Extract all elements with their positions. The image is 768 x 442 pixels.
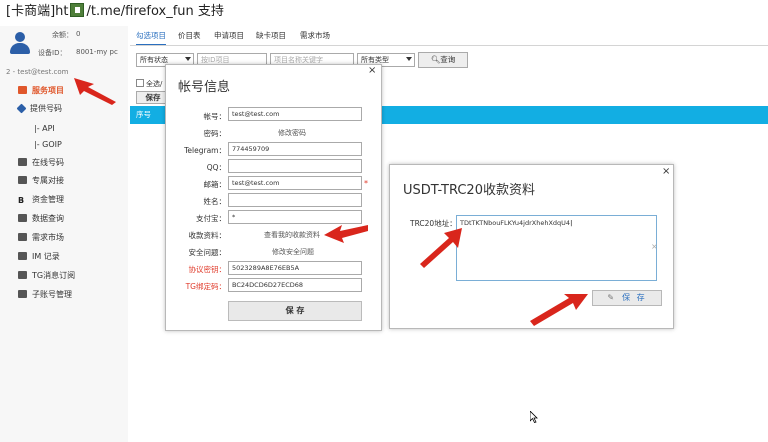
tab-selected-items[interactable]: 勾选项目 [136, 30, 166, 46]
search-button[interactable]: 🔍︎查询 [418, 52, 468, 68]
sidebar-item-label: 资金管理 [32, 195, 64, 204]
payment-info-label: 收款资料： [188, 231, 227, 240]
tab-missing-cards[interactable]: 缺卡项目 [256, 30, 286, 41]
select-all-label: 全选/ [146, 80, 163, 88]
sidebar-item-goip[interactable]: |- GOIP [34, 140, 62, 149]
sidebar-item-api[interactable]: |- API [34, 124, 55, 133]
account-field[interactable]: test@test.com [228, 107, 362, 121]
sidebar-item-label: 服务项目 [32, 86, 64, 95]
tab-divider [130, 45, 768, 46]
close-icon[interactable]: × [662, 166, 670, 177]
title-suffix: /t.me/firefox_fun 支持 [86, 4, 224, 19]
calendar-icon [18, 233, 27, 241]
bell-icon [18, 271, 27, 279]
sidebar-item-service[interactable]: 服务项目 [18, 84, 64, 98]
tab-price-list[interactable]: 价目表 [178, 30, 201, 41]
sidebar-item-market[interactable]: 需求市场 [18, 231, 64, 245]
view-payment-info-link[interactable]: 查看我的收款资料 [264, 230, 320, 240]
table-icon [18, 214, 27, 222]
change-security-question-link[interactable]: 修改安全问题 [272, 247, 314, 257]
sidebar-item-label: 子账号管理 [32, 290, 72, 299]
search-button-label: 查询 [440, 55, 456, 64]
users-icon [18, 290, 27, 298]
chevron-down-icon [406, 57, 412, 61]
column-header-serial: 序号 [136, 110, 151, 119]
required-mark: * [364, 179, 368, 188]
dialog-title: USDT-TRC20收款资料 [403, 183, 535, 198]
sidebar-item-data-query[interactable]: 数据查询 [18, 212, 64, 226]
sidebar-item-label: 数据查询 [32, 214, 64, 223]
phone-icon [18, 252, 27, 260]
tab-apply-items[interactable]: 申请项目 [214, 30, 244, 41]
sidebar-item-label: IM 记录 [32, 252, 60, 261]
close-icon[interactable]: × [368, 65, 376, 76]
pen-icon: ✎ [607, 293, 615, 302]
tg-bind-code-field[interactable]: BC24DCD6D27ECD68 [228, 278, 362, 292]
annotation-arrow-icon [420, 228, 462, 268]
tab-bar: 勾选项目 价目表 申请项目 缺卡项目 需求市场 [130, 26, 768, 46]
sidebar-item-label: 在线号码 [32, 158, 64, 167]
list-icon [18, 158, 27, 166]
sidebar-item-label: 需求市场 [32, 233, 64, 242]
telegram-field[interactable]: 774459709 [228, 142, 362, 156]
protocol-key-field[interactable]: 5023289A8E76EB5A [228, 261, 362, 275]
select-all-checkbox[interactable] [136, 79, 144, 87]
protocol-key-label: 协议密钥： [188, 265, 227, 274]
dialog-title: 帐号信息 [178, 80, 231, 95]
download-icon [70, 3, 85, 17]
name-field[interactable] [228, 193, 362, 207]
change-password-link[interactable]: 修改密码 [278, 128, 306, 138]
balance-label: 余额： [52, 31, 73, 39]
name-label: 姓名： [203, 197, 227, 206]
annotation-arrow-icon [74, 78, 116, 105]
sidebar-item-provide-number[interactable]: 提供号码 [16, 102, 62, 116]
sidebar-item-funds[interactable]: B 资金管理 [18, 193, 64, 207]
balance-value: 0 [76, 30, 81, 38]
sidebar-item-label: 提供号码 [30, 104, 62, 113]
sidebar-user: 2 - test@test.com [6, 68, 69, 76]
qq-field[interactable] [228, 159, 362, 173]
device-label: 设备ID： [38, 49, 67, 57]
trc20-address-input[interactable]: TDtTKTNbouFLKYu4jdrXhehXdqU4| [456, 215, 657, 281]
sidebar-item-im-records[interactable]: IM 记录 [18, 250, 60, 264]
search-icon: 🔍︎ [430, 55, 441, 64]
email-label: 邮箱： [203, 180, 227, 189]
gift-icon [18, 86, 27, 94]
save-button-label: 保 存 [622, 293, 647, 302]
tg-bind-code-label: TG绑定码： [185, 282, 226, 291]
mouse-cursor-icon [530, 411, 538, 423]
sidebar-item-label: TG消息订阅 [32, 271, 76, 280]
save-button[interactable]: ✎ 保 存 [592, 290, 662, 306]
sidebar-item-online-numbers[interactable]: 在线号码 [18, 156, 64, 170]
annotation-arrow-icon [530, 294, 588, 326]
status-select-value: 所有状态 [140, 56, 168, 64]
title-prefix: [卡商端]ht [6, 4, 69, 19]
link-icon [18, 176, 27, 184]
sidebar-item-dedicated[interactable]: 专属对接 [18, 174, 64, 188]
security-question-label: 安全问题： [188, 248, 227, 257]
annotation-arrow-icon [324, 225, 368, 243]
account-label: 帐号： [203, 112, 227, 121]
sidebar-item-subaccounts[interactable]: 子账号管理 [18, 288, 72, 302]
sidebar-item-label: 专属对接 [32, 176, 64, 185]
alipay-label: 支付宝： [196, 214, 226, 223]
qq-label: QQ： [206, 163, 226, 172]
diamond-icon [16, 103, 27, 114]
clear-icon[interactable]: × [651, 242, 658, 251]
trc20-address-value: TDtTKTNbouFLKYu4jdrXhehXdqU4 [460, 219, 571, 227]
sidebar-item-tg-subscribe[interactable]: TG消息订阅 [18, 269, 75, 283]
chevron-down-icon [185, 57, 191, 61]
tab-market[interactable]: 需求市场 [300, 30, 330, 41]
email-field[interactable]: test@test.com [228, 176, 362, 190]
save-button[interactable]: 保 存 [228, 301, 362, 321]
device-value: 8001-my pc [76, 48, 118, 56]
bitcoin-icon: B [18, 196, 25, 205]
type-select-value: 所有类型 [361, 56, 389, 64]
account-info-dialog: 帐号信息 × 帐号： test@test.com 密码： 修改密码 Telegr… [165, 64, 382, 331]
telegram-label: Telegram： [184, 146, 226, 155]
window-title: [卡商端]ht/t.me/firefox_fun 支持 [6, 2, 224, 22]
password-label: 密码： [203, 129, 227, 138]
avatar [10, 32, 30, 54]
